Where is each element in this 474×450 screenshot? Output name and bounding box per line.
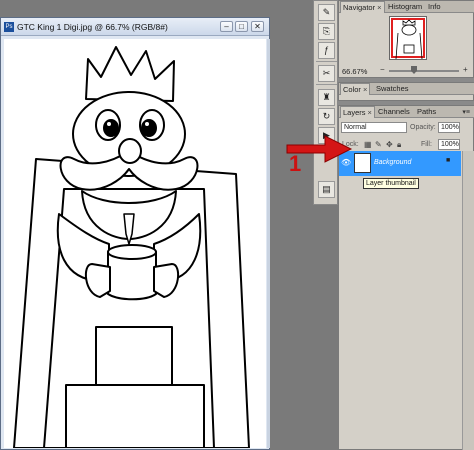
history-icon[interactable]: ↻ <box>318 108 335 125</box>
clone-tool-icon[interactable]: ⎘ <box>318 23 335 40</box>
maximize-button[interactable]: □ <box>235 21 248 32</box>
blend-mode-select[interactable]: Normal <box>341 122 407 133</box>
fill-field[interactable]: 100% <box>438 139 460 150</box>
tab-histogram[interactable]: Histogram <box>386 1 424 13</box>
layers-scrollbar[interactable] <box>462 151 474 450</box>
king-drawing <box>13 46 250 448</box>
fx-tool-icon[interactable]: ƒ <box>318 42 335 59</box>
close-icon[interactable]: × <box>368 108 372 117</box>
photoshop-workspace: Ps GTC King 1 Digi.jpg @ 66.7% (RGB/8#) … <box>0 0 474 450</box>
thumbnail-drawing <box>395 19 423 59</box>
zoom-slider-handle[interactable] <box>411 66 417 74</box>
navigator-panel: Navigator × Histogram Info 66.67% − + <box>338 0 474 78</box>
navigator-tab-row: Navigator × Histogram Info <box>339 1 474 13</box>
document-window: Ps GTC King 1 Digi.jpg @ 66.7% (RGB/8#) … <box>0 17 270 450</box>
document-title: GTC King 1 Digi.jpg @ 66.7% (RGB/8#) <box>17 22 168 32</box>
zoom-level[interactable]: 66.67% <box>342 67 367 76</box>
fill-label: Fill: <box>421 141 432 148</box>
layer-comps-icon[interactable]: ▤ <box>318 181 335 198</box>
document-title-bar[interactable]: Ps GTC King 1 Digi.jpg @ 66.7% (RGB/8#) … <box>1 18 269 36</box>
color-panel: Color × Swatches <box>338 82 474 101</box>
layer-name[interactable]: Background <box>374 159 411 166</box>
tab-channels[interactable]: Channels <box>376 106 412 118</box>
tooltip-layer-thumbnail: Layer thumbnail <box>363 178 419 189</box>
vertical-scrollbar[interactable] <box>267 39 270 448</box>
zoom-in-icon[interactable]: + <box>463 65 468 74</box>
layers-tab-row: Layers × Channels Paths <box>339 106 474 118</box>
panel-icon-strip: ✎ ⎘ ƒ ✂ ♜ ↻ ▶ ▤ <box>313 0 338 205</box>
lock-transparency-icon[interactable]: ▦ <box>364 140 372 149</box>
tab-info[interactable]: Info <box>426 1 443 13</box>
tab-swatches[interactable]: Swatches <box>374 83 411 95</box>
tools-icon[interactable]: ✂ <box>318 65 335 82</box>
opacity-label: Opacity: <box>410 124 436 131</box>
tab-layers[interactable]: Layers × <box>340 106 375 118</box>
navigator-thumbnail[interactable] <box>389 16 427 60</box>
annotation-number: 1 <box>289 151 302 176</box>
layer-lock-icon: ■ <box>446 157 451 164</box>
layer-row-background[interactable]: 👁︎ Background ■ <box>339 151 461 176</box>
tab-paths[interactable]: Paths <box>415 106 438 118</box>
layers-panel: Layers × Channels Paths ▾≡ Normal Opacity… <box>286 105 474 450</box>
stamp-icon[interactable]: ♜ <box>318 89 335 106</box>
zoom-slider-track[interactable] <box>389 70 459 72</box>
panel-menu-icon[interactable]: ▾≡ <box>462 108 470 116</box>
lock-all-icon[interactable]: 🔒︎ <box>397 140 401 150</box>
tab-color[interactable]: Color × <box>340 83 371 95</box>
close-icon[interactable]: × <box>363 85 367 94</box>
tab-navigator[interactable]: Navigator × <box>340 1 385 13</box>
close-icon[interactable]: × <box>377 3 381 12</box>
photoshop-file-icon: Ps <box>4 22 14 32</box>
lock-move-icon[interactable]: ✥ <box>386 140 393 149</box>
divider <box>316 61 337 62</box>
image-canvas[interactable] <box>4 39 266 448</box>
color-tab-row: Color × Swatches <box>339 83 474 95</box>
zoom-out-icon[interactable]: − <box>380 65 385 74</box>
close-button[interactable]: ✕ <box>251 21 264 32</box>
opacity-field[interactable]: 100% <box>438 122 460 133</box>
panel-dock: Navigator × Histogram Info 66.67% − + Co… <box>286 0 474 450</box>
divider <box>316 84 337 85</box>
layer-thumbnail[interactable] <box>354 153 371 173</box>
brush-tool-icon[interactable]: ✎ <box>318 4 335 21</box>
minimize-button[interactable]: – <box>220 21 233 32</box>
lock-paint-icon[interactable]: ✎ <box>375 140 382 149</box>
